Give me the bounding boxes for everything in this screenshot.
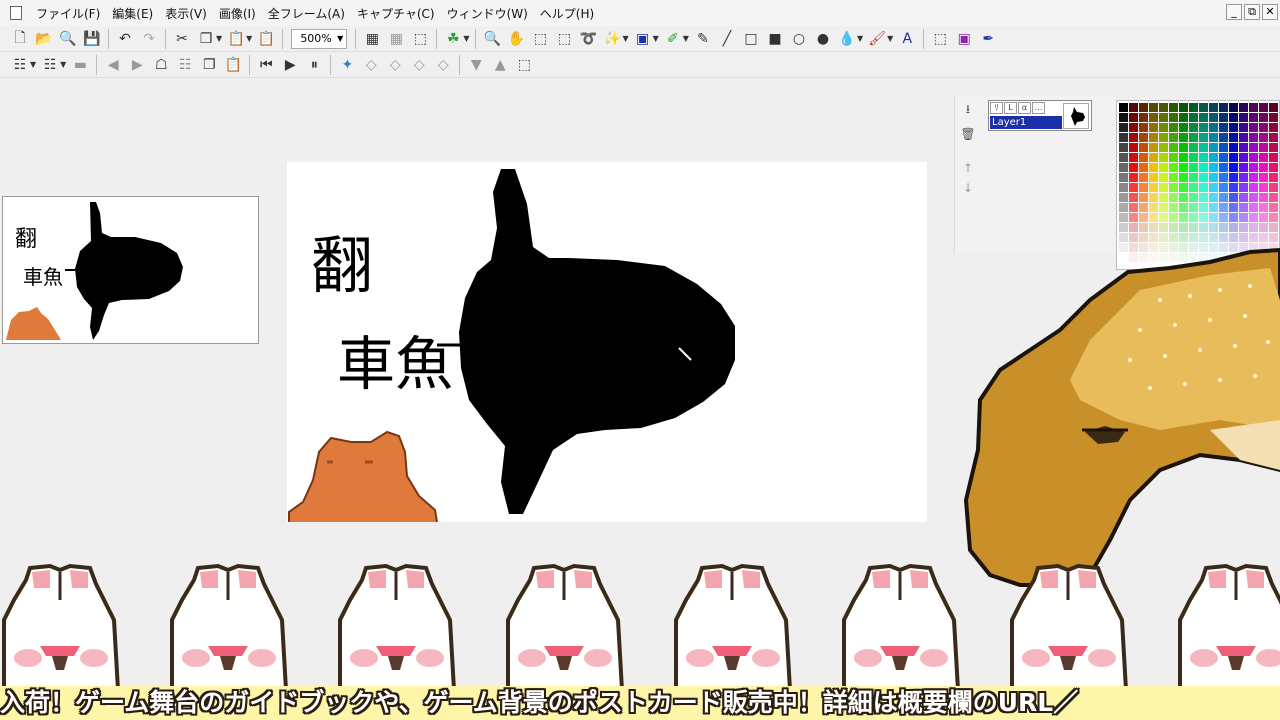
rabbit-sprite xyxy=(842,563,961,692)
rabbit-sprite xyxy=(506,563,625,692)
rabbit-row xyxy=(2,563,1280,692)
rabbit-sprite xyxy=(1010,563,1129,692)
rabbit-sprite xyxy=(1178,563,1280,692)
rabbit-sprite xyxy=(170,563,289,692)
rabbit-sprite xyxy=(674,563,793,692)
rabbit-sprite xyxy=(338,563,457,692)
stream-overlay xyxy=(2,247,1280,692)
cuttlefish-sprite xyxy=(963,247,1280,587)
ticker-banner: 入荷！ゲーム舞台のガイドブックや、ゲーム背景のポストカード販売中！詳細は概要欄の… xyxy=(0,686,1280,720)
rabbit-sprite xyxy=(2,563,121,692)
